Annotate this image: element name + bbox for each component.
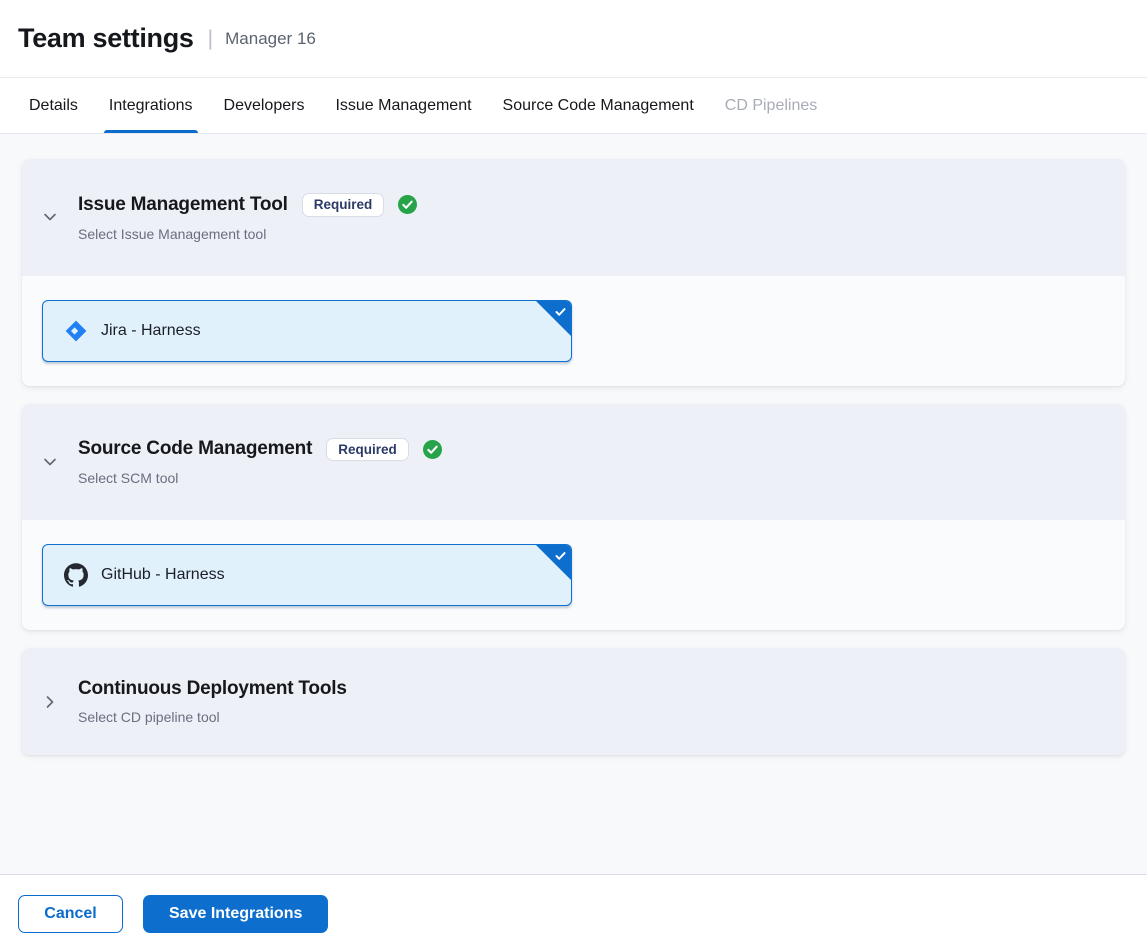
section-title: Continuous Deployment Tools bbox=[78, 678, 347, 700]
complete-check-icon bbox=[423, 440, 442, 459]
section-scm-header[interactable]: Source Code Management Required Select S… bbox=[22, 404, 1125, 521]
section-scm-body: GitHub - Harness bbox=[22, 520, 1125, 630]
section-title: Source Code Management bbox=[78, 438, 312, 460]
selected-check-icon bbox=[554, 305, 567, 318]
chevron-down-icon[interactable] bbox=[42, 209, 58, 225]
tool-card-github-harness[interactable]: GitHub - Harness bbox=[42, 544, 572, 606]
required-badge: Required bbox=[326, 438, 409, 462]
team-name: Manager 16 bbox=[225, 29, 316, 49]
tab-developers[interactable]: Developers bbox=[223, 78, 306, 133]
section-subtitle: Select CD pipeline tool bbox=[78, 709, 347, 725]
save-integrations-button[interactable]: Save Integrations bbox=[143, 895, 328, 933]
page-title: Team settings bbox=[18, 23, 194, 54]
required-badge: Required bbox=[302, 193, 385, 217]
tab-details[interactable]: Details bbox=[28, 78, 79, 133]
cancel-button[interactable]: Cancel bbox=[18, 895, 123, 933]
github-icon bbox=[64, 563, 88, 587]
section-title: Issue Management Tool bbox=[78, 194, 288, 216]
section-source-code-management: Source Code Management Required Select S… bbox=[22, 404, 1125, 631]
integrations-panel: Issue Management Tool Required Select Is… bbox=[0, 134, 1147, 874]
tab-bar: Details Integrations Developers Issue Ma… bbox=[0, 78, 1147, 134]
selected-check-icon bbox=[554, 549, 567, 562]
tab-cd-pipelines: CD Pipelines bbox=[724, 78, 818, 133]
tab-source-code-management[interactable]: Source Code Management bbox=[502, 78, 695, 133]
tool-name: Jira - Harness bbox=[101, 322, 201, 340]
complete-check-icon bbox=[398, 195, 417, 214]
section-continuous-deployment: Continuous Deployment Tools Select CD pi… bbox=[22, 648, 1125, 755]
chevron-right-icon[interactable] bbox=[42, 694, 58, 710]
title-separator: | bbox=[208, 27, 213, 51]
section-issue-management-header[interactable]: Issue Management Tool Required Select Is… bbox=[22, 159, 1125, 276]
section-issue-management-body: Jira - Harness bbox=[22, 276, 1125, 386]
tab-integrations[interactable]: Integrations bbox=[108, 78, 194, 133]
team-settings-page: Team settings | Manager 16 Details Integ… bbox=[0, 0, 1147, 952]
tool-name: GitHub - Harness bbox=[101, 566, 225, 584]
page-header: Team settings | Manager 16 bbox=[0, 0, 1147, 78]
section-subtitle: Select Issue Management tool bbox=[78, 226, 417, 242]
action-footer: Cancel Save Integrations bbox=[0, 874, 1147, 952]
section-cd-header[interactable]: Continuous Deployment Tools Select CD pi… bbox=[22, 648, 1125, 755]
section-subtitle: Select SCM tool bbox=[78, 470, 442, 486]
chevron-down-icon[interactable] bbox=[42, 454, 58, 470]
tool-card-jira-harness[interactable]: Jira - Harness bbox=[42, 300, 572, 362]
section-issue-management-tool: Issue Management Tool Required Select Is… bbox=[22, 159, 1125, 386]
tab-issue-management[interactable]: Issue Management bbox=[334, 78, 472, 133]
jira-icon bbox=[64, 319, 88, 343]
